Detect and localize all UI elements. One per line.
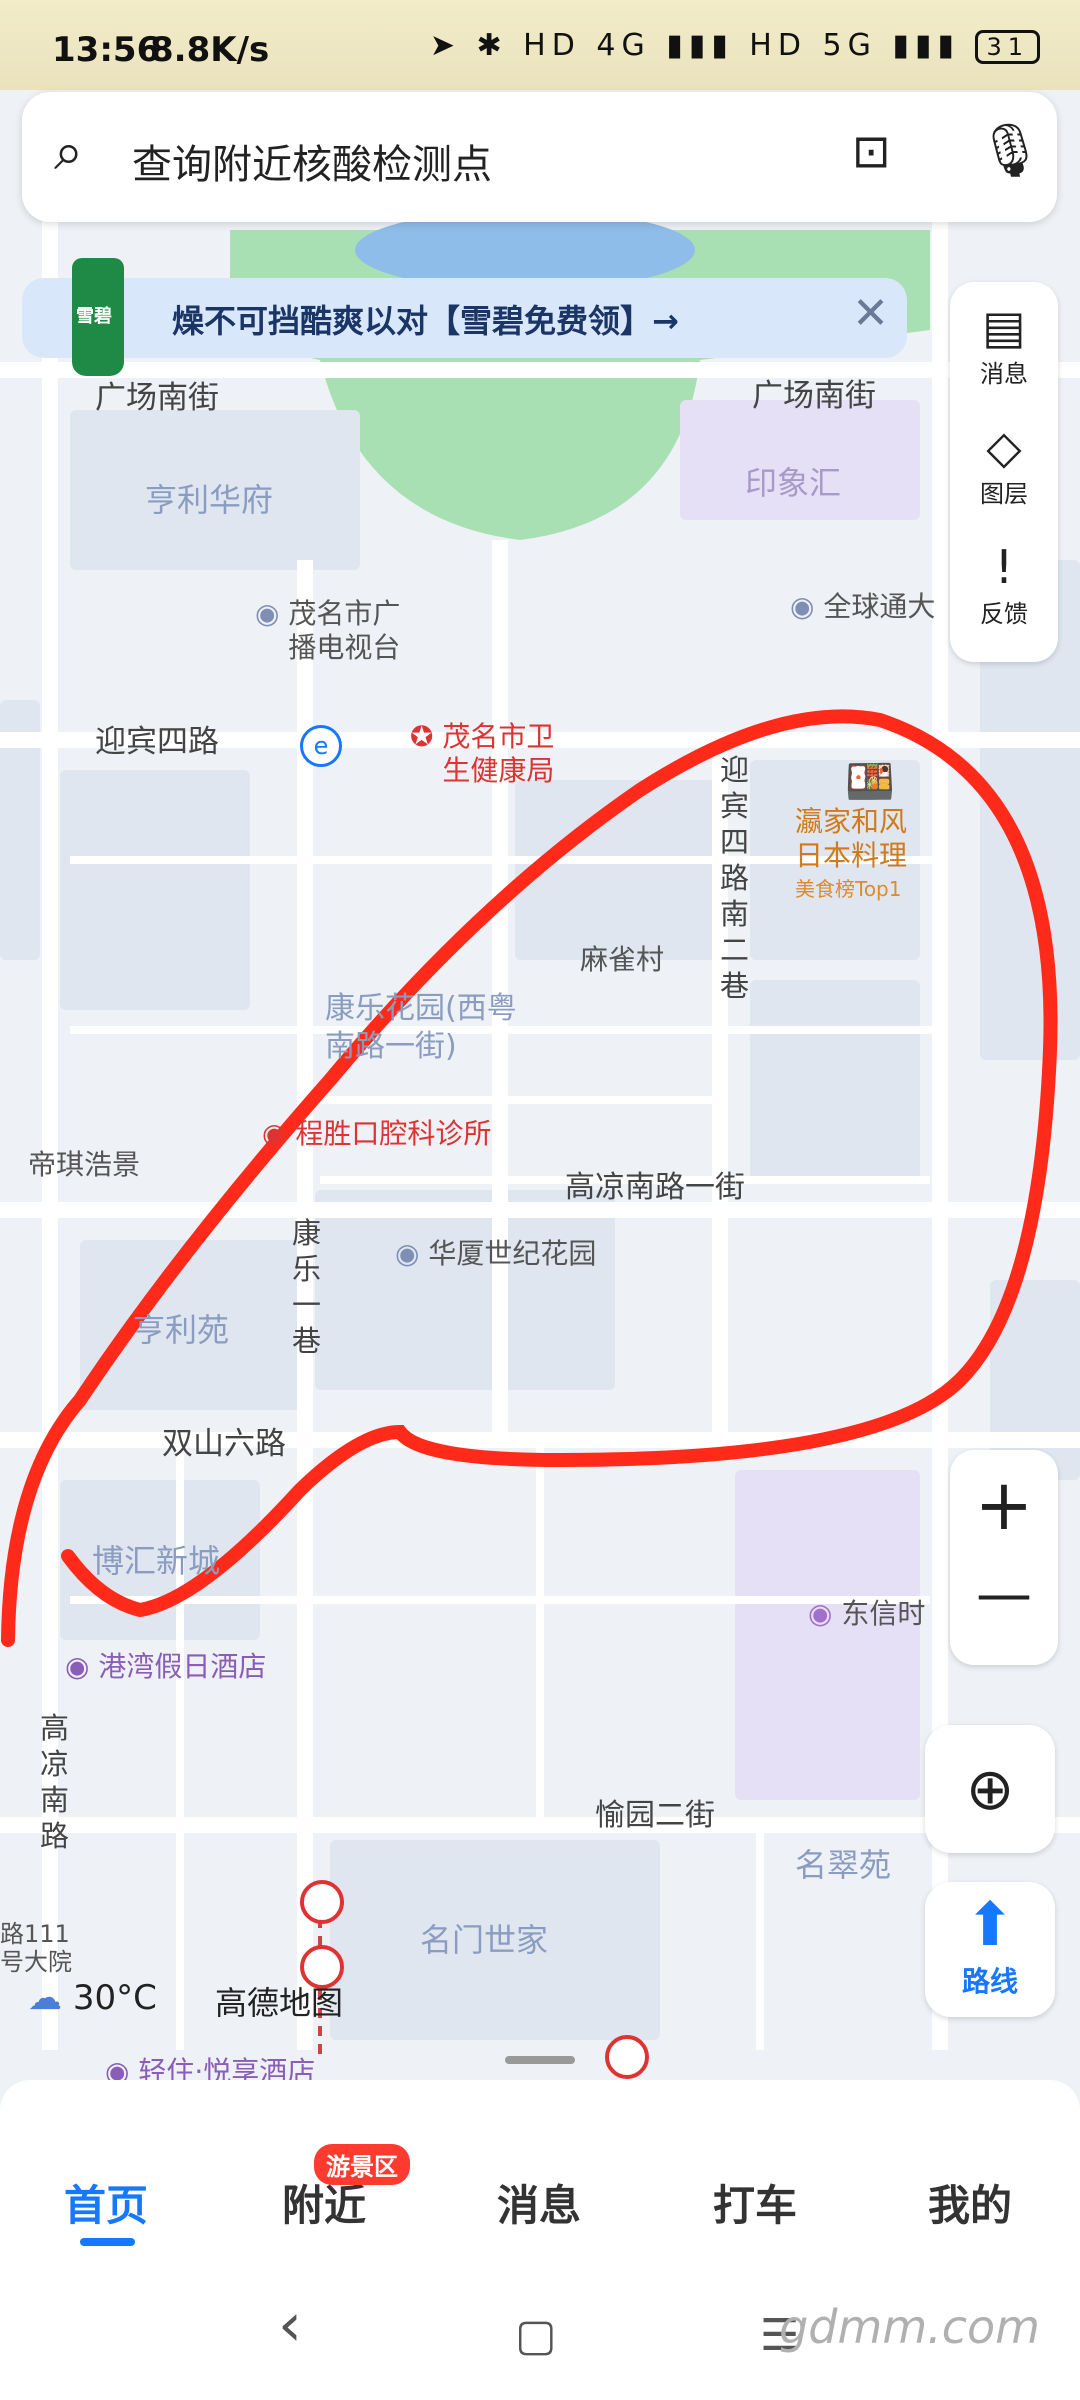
area-label: 帝琪浩景 bbox=[28, 1148, 141, 1181]
ad-banner[interactable]: 燥不可挡酷爽以对【雪碧免费领】→ ✕ bbox=[22, 278, 907, 358]
street-label: 广场南街 bbox=[752, 378, 876, 414]
poi-hotel[interactable]: ◉ 港湾假日酒店 bbox=[65, 1645, 266, 1685]
tab-messages[interactable]: 消息 bbox=[497, 2172, 581, 2233]
street-label-vertical: 康乐一巷 bbox=[292, 1216, 322, 1358]
route-button[interactable]: ⬆ 路线 bbox=[925, 1882, 1055, 2017]
zoom-out-button[interactable]: — bbox=[950, 1562, 1058, 1627]
cloud-icon: ☁ bbox=[28, 1978, 62, 2018]
search-input[interactable]: 查询附近核酸检测点 bbox=[132, 132, 492, 190]
poi-dental-clinic[interactable]: ◉ 程胜口腔科诊所 bbox=[262, 1112, 491, 1152]
home-button[interactable]: ▢ bbox=[515, 2310, 557, 2361]
street-label: 高凉南路一街 bbox=[565, 1170, 745, 1205]
street-label: 广场南街 bbox=[95, 380, 219, 416]
poi-pin-icon: ◉ bbox=[790, 590, 815, 623]
drag-handle[interactable] bbox=[505, 2056, 575, 2064]
area-label: 亨利华府 bbox=[145, 481, 274, 519]
active-tab-indicator bbox=[80, 2238, 135, 2246]
street-label: 愉园二街 bbox=[595, 1798, 715, 1833]
sprite-bottle-icon: 雪碧 bbox=[72, 258, 124, 376]
area-label: 印象汇 bbox=[745, 464, 842, 502]
search-icon[interactable]: ⌕ bbox=[54, 122, 83, 183]
status-icons: ➤ ✱ HD 4G ▮▮▮ HD 5G ▮▮▮ 31 bbox=[430, 28, 1040, 64]
back-button[interactable]: ‹ bbox=[278, 2290, 302, 2360]
feedback-icon: ! bbox=[994, 540, 1014, 594]
poi-restaurant[interactable]: 🍱 瀛家和风日本料理 美食榜Top1 bbox=[795, 758, 945, 902]
route-arrow-icon: ⬆ bbox=[964, 1890, 1016, 1960]
poi-huaxia-garden[interactable]: ◉ 华厦世纪花园 bbox=[395, 1232, 596, 1272]
layers-button[interactable]: ◇ 图层 bbox=[950, 420, 1058, 509]
ad-text[interactable]: 燥不可挡酷爽以对【雪碧免费领】→ bbox=[172, 296, 679, 342]
area-label: 名翠苑 bbox=[795, 1846, 892, 1884]
zoom-in-button[interactable]: + bbox=[950, 1464, 1058, 1546]
shopping-bag-icon: ◉ bbox=[808, 1597, 833, 1630]
bottom-nav: 首页 附近 游景区 消息 打车 我的 bbox=[0, 2080, 1080, 2270]
mic-icon[interactable]: 🎙 bbox=[977, 120, 1043, 181]
brand-logo: 高德地图 bbox=[215, 1984, 344, 2022]
poi-pin-icon: ◉ bbox=[395, 1237, 420, 1270]
area-label: 名门世家 bbox=[420, 1921, 549, 1959]
poi-pin-icon: ◉ bbox=[262, 1117, 287, 1150]
locate-button[interactable]: ⊕ bbox=[925, 1725, 1055, 1853]
no-entry-icon bbox=[300, 1880, 344, 1924]
area-label: 康乐花园(西粤南路一街) bbox=[325, 991, 517, 1064]
street-label: 迎宾四路 bbox=[95, 724, 219, 760]
layers-icon: ◇ bbox=[986, 420, 1022, 474]
poi-dongxin[interactable]: ◉ 东信时 bbox=[808, 1592, 925, 1632]
poi-hospital[interactable]: 路111号大院 bbox=[0, 1920, 75, 1976]
feedback-button[interactable]: ! 反馈 bbox=[950, 540, 1058, 629]
area-label: 麻雀村 bbox=[580, 943, 665, 976]
restaurant-icon: 🍱 bbox=[845, 759, 895, 805]
poi-global-tower[interactable]: ◉ 全球通大 bbox=[790, 585, 935, 625]
nearby-badge: 游景区 bbox=[314, 2144, 410, 2185]
weather-widget[interactable]: ☁ 30°C bbox=[28, 1978, 157, 2018]
poi-star-icon: ✪ bbox=[410, 720, 434, 753]
bus-stop-icon[interactable]: e bbox=[300, 725, 342, 767]
area-label: 亨利苑 bbox=[133, 1311, 230, 1349]
message-icon: ▤ bbox=[982, 300, 1026, 354]
area-label: 博汇新城 bbox=[92, 1542, 221, 1580]
poi-pin-icon: ◉ bbox=[255, 597, 280, 630]
map-tools-panel: ▤ 消息 ◇ 图层 ! 反馈 bbox=[950, 282, 1058, 662]
search-bar[interactable]: ⌕ 查询附近核酸检测点 ⊡ 🎙 bbox=[22, 92, 1057, 222]
locate-icon: ⊕ bbox=[965, 1755, 1015, 1823]
message-button[interactable]: ▤ 消息 bbox=[950, 300, 1058, 389]
tab-taxi[interactable]: 打车 bbox=[713, 2172, 797, 2233]
watermark: gdmm.com bbox=[779, 2300, 1040, 2354]
scan-icon[interactable]: ⊡ bbox=[852, 124, 891, 178]
poi-health-bureau[interactable]: ✪ 茂名市卫生健康局 bbox=[410, 720, 562, 788]
tab-home[interactable]: 首页 bbox=[64, 2172, 148, 2233]
poi-tv-station[interactable]: ◉ 茂名市广播电视台 bbox=[255, 597, 408, 665]
battery-icon: 31 bbox=[975, 30, 1040, 64]
status-bar: 13:56 8.8K/s ➤ ✱ HD 4G ▮▮▮ HD 5G ▮▮▮ 31 bbox=[0, 0, 1080, 90]
zoom-control: + — bbox=[950, 1450, 1058, 1665]
map-canvas[interactable] bbox=[0, 0, 1080, 2400]
signal-icons: ➤ ✱ HD 4G ▮▮▮ HD 5G ▮▮▮ bbox=[429, 28, 960, 63]
status-time: 13:56 bbox=[52, 30, 161, 70]
street-label: 双山六路 bbox=[162, 1426, 286, 1462]
status-speed: 8.8K/s bbox=[150, 30, 270, 70]
no-entry-icon bbox=[605, 2035, 649, 2079]
street-label-vertical: 高凉南路 bbox=[40, 1711, 70, 1853]
tab-me[interactable]: 我的 bbox=[928, 2172, 1012, 2233]
street-label-vertical: 迎宾四路南二巷 bbox=[720, 753, 750, 1003]
hotel-icon: ◉ bbox=[65, 1650, 90, 1683]
close-icon[interactable]: ✕ bbox=[852, 288, 889, 339]
